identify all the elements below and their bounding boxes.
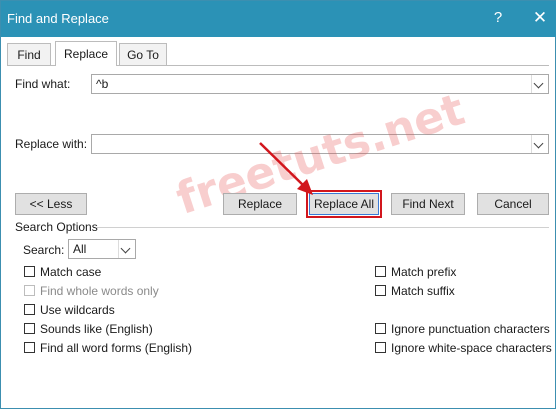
option-label: Match case (40, 265, 102, 279)
checkbox[interactable] (24, 342, 35, 353)
section-divider (97, 227, 549, 228)
checkbox[interactable] (375, 342, 386, 353)
replace-history-dropdown[interactable] (531, 135, 548, 153)
help-icon[interactable]: ? (489, 9, 507, 27)
close-icon[interactable]: ✕ (531, 9, 549, 27)
checkbox[interactable] (375, 266, 386, 277)
cancel-button[interactable]: Cancel (477, 193, 549, 215)
option-label: Find all word forms (English) (40, 341, 193, 355)
chevron-down-icon (533, 138, 544, 149)
replace-button[interactable]: Replace (223, 193, 297, 215)
tab-replace[interactable]: Replace (55, 41, 117, 66)
search-direction-dropdown[interactable] (118, 240, 135, 258)
find-next-button[interactable]: Find Next (391, 193, 465, 215)
option-label: Find whole words only (40, 284, 159, 298)
search-label: Search: (23, 243, 65, 257)
option-label: Ignore punctuation characters (391, 322, 550, 336)
checkbox[interactable] (375, 285, 386, 296)
checkbox[interactable] (375, 323, 386, 334)
title-bar[interactable]: Find and Replace ? ✕ (1, 1, 556, 37)
checkbox[interactable] (24, 323, 35, 334)
find-what-field[interactable]: ^b (91, 74, 549, 94)
find-history-dropdown[interactable] (531, 75, 548, 93)
find-replace-dialog: Find and Replace ? ✕ Find Replace Go To … (0, 0, 556, 409)
option-label: Ignore white-space characters (391, 341, 552, 355)
option-label: Match suffix (391, 284, 455, 298)
checkbox[interactable] (24, 266, 35, 277)
option-label: Sounds like (English) (40, 322, 153, 336)
tab-goto[interactable]: Go To (119, 43, 167, 65)
search-options-heading: Search Options (15, 220, 98, 234)
less-button[interactable]: << Less (15, 193, 87, 215)
chevron-down-icon (120, 243, 131, 254)
replace-all-button[interactable]: Replace All (306, 190, 382, 218)
option-label: Match prefix (391, 265, 457, 279)
tab-find[interactable]: Find (7, 43, 51, 65)
chevron-down-icon (533, 78, 544, 89)
find-what-label: Find what: (15, 77, 71, 91)
find-what-value: ^b (96, 77, 109, 91)
replace-with-field[interactable] (91, 134, 549, 154)
option-label: Use wildcards (40, 303, 115, 317)
window-title: Find and Replace (7, 11, 109, 26)
checkbox[interactable] (24, 304, 35, 315)
replace-with-label: Replace with: (15, 137, 88, 151)
search-direction-value: All (73, 242, 87, 256)
checkbox (24, 285, 35, 296)
search-direction-select[interactable]: All (68, 239, 136, 259)
